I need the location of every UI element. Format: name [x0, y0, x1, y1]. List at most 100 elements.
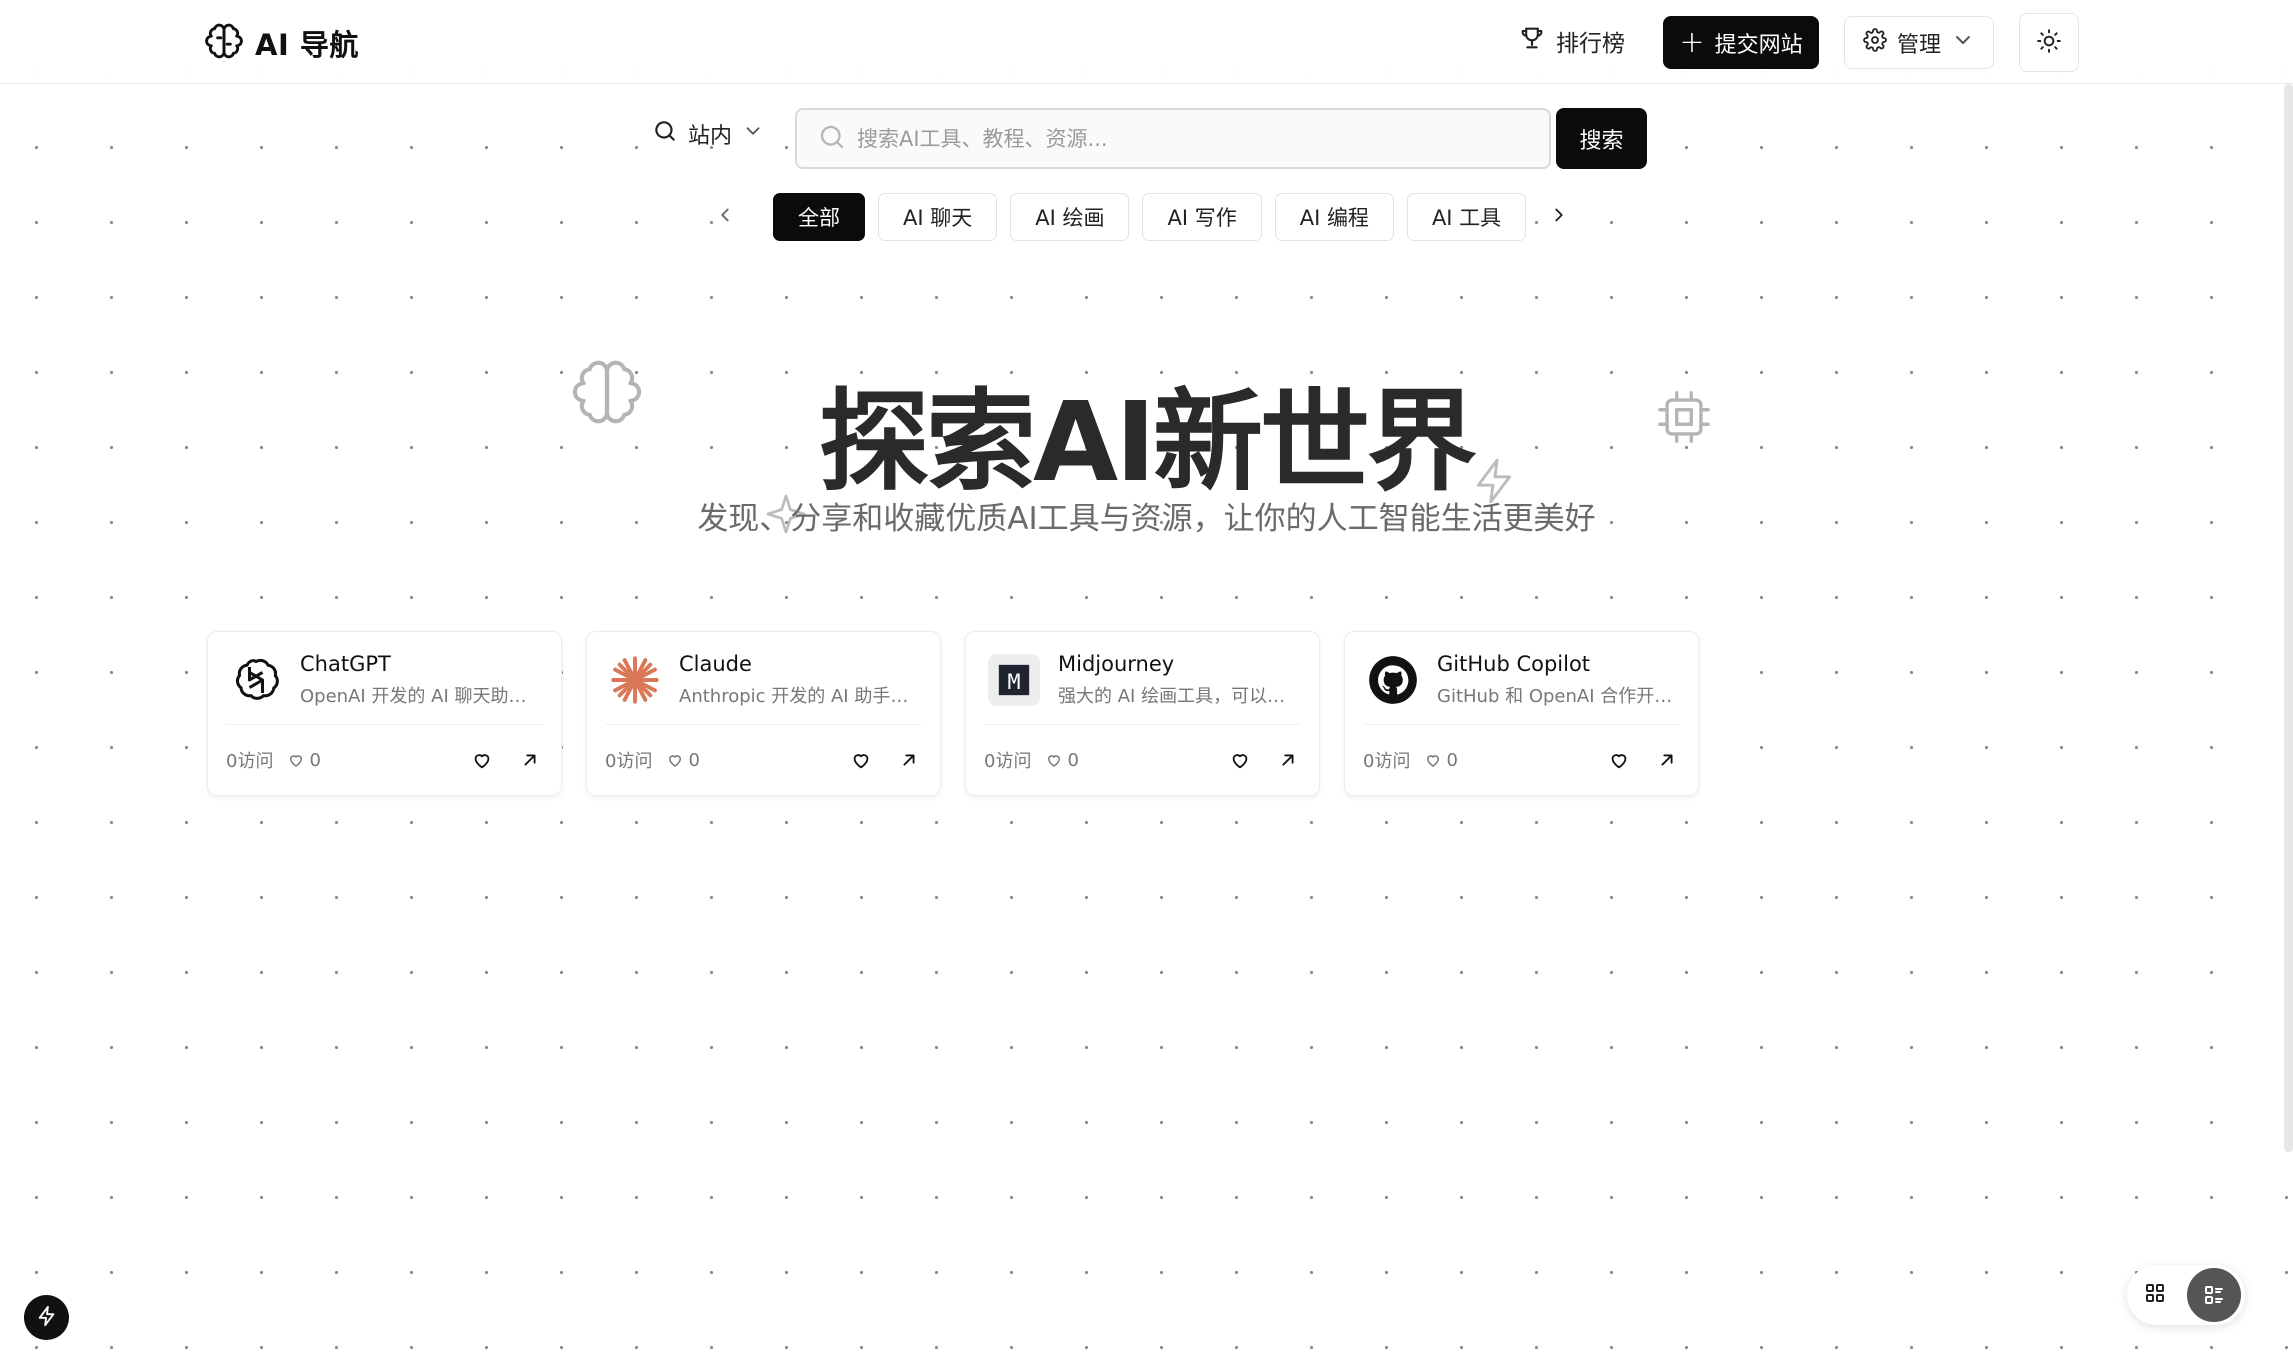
manage-dropdown[interactable]: 管理 [1844, 16, 1994, 69]
top-nav: AI 导航 排行榜 + 提交网站 管理 [0, 0, 2293, 84]
card-title[interactable]: Midjourney [1058, 652, 1301, 676]
category-tab[interactable]: AI 聊天 [878, 193, 998, 241]
theme-toggle-button[interactable] [2019, 13, 2079, 72]
open-link-button[interactable] [896, 747, 922, 773]
ranking-link[interactable]: 排行榜 [1518, 24, 1625, 58]
like-count: 0 [1446, 749, 1458, 771]
card-divider [226, 724, 543, 725]
search-icon [817, 122, 847, 156]
trophy-icon [1518, 24, 1546, 58]
like-stat: 0 [1045, 749, 1079, 771]
logo-text: AI 导航 [255, 28, 359, 62]
card-text: Claude Anthropic 开发的 AI 助手，... [679, 652, 922, 708]
like-count: 0 [688, 749, 700, 771]
tool-card[interactable]: ChatGPT OpenAI 开发的 AI 聊天助手... 0访问 0 [207, 631, 562, 796]
card-actions [1227, 747, 1301, 773]
visit-count: 0访问 [605, 751, 653, 772]
tool-card-list: ChatGPT OpenAI 开发的 AI 聊天助手... 0访问 0 Clau… [207, 631, 1699, 796]
tabs-scroll-right-button[interactable] [1542, 200, 1576, 234]
favorite-button[interactable] [848, 747, 874, 773]
card-title[interactable]: GitHub Copilot [1437, 652, 1680, 676]
list-view-button[interactable] [2187, 1268, 2241, 1322]
card-text: GitHub Copilot GitHub 和 OpenAI 合作开发... [1437, 652, 1680, 708]
card-footer: 0访问 0 [226, 744, 543, 776]
heart-icon [666, 751, 684, 769]
card-header: Claude Anthropic 开发的 AI 助手，... [605, 650, 922, 710]
card-description: 强大的 AI 绘画工具，可以通... [1058, 686, 1301, 707]
card-text: ChatGPT OpenAI 开发的 AI 聊天助手... [300, 652, 543, 708]
card-description: GitHub 和 OpenAI 合作开发... [1437, 686, 1680, 707]
category-tab[interactable]: AI 写作 [1142, 193, 1262, 241]
card-divider [984, 724, 1301, 725]
category-tab[interactable]: AI 绘画 [1010, 193, 1130, 241]
card-title[interactable]: ChatGPT [300, 652, 543, 676]
gear-icon [1863, 27, 1887, 58]
favorite-button[interactable] [1227, 747, 1253, 773]
open-link-button[interactable] [517, 747, 543, 773]
like-stat: 0 [1424, 749, 1458, 771]
search-scope-select[interactable]: 站内 [652, 118, 764, 150]
openai-icon [226, 650, 286, 710]
tool-card[interactable]: M Midjourney 强大的 AI 绘画工具，可以通... 0访问 0 [965, 631, 1320, 796]
search-scope-label: 站内 [688, 124, 733, 149]
search-button[interactable]: 搜索 [1556, 108, 1647, 169]
search-field[interactable] [795, 108, 1551, 169]
card-header: M Midjourney 强大的 AI 绘画工具，可以通... [984, 650, 1301, 710]
category-tab[interactable]: AI 工具 [1406, 193, 1527, 241]
tabs-scroll-left-button[interactable] [708, 200, 742, 234]
card-footer: 0访问 0 [1363, 744, 1680, 776]
card-divider [605, 724, 922, 725]
card-text: Midjourney 强大的 AI 绘画工具，可以通... [1058, 652, 1301, 708]
favorite-button[interactable] [1606, 747, 1632, 773]
like-count: 0 [309, 749, 321, 771]
visit-count: 0访问 [1363, 751, 1411, 772]
favorite-button[interactable] [469, 747, 495, 773]
card-description: OpenAI 开发的 AI 聊天助手... [300, 686, 543, 707]
search-icon [652, 118, 678, 150]
sun-icon [2036, 28, 2062, 58]
heart-icon [1045, 751, 1063, 769]
ranking-label: 排行榜 [1556, 31, 1625, 57]
github-icon [1363, 650, 1423, 710]
card-actions [469, 747, 543, 773]
open-link-button[interactable] [1654, 747, 1680, 773]
card-divider [1363, 724, 1680, 725]
visit-count: 0访问 [984, 751, 1032, 772]
submit-site-button[interactable]: + 提交网站 [1663, 16, 1819, 69]
midjourney-icon: M [984, 650, 1044, 710]
like-count: 0 [1067, 749, 1079, 771]
category-tab[interactable]: AI 编程 [1274, 193, 1394, 241]
chevron-down-icon [1951, 28, 1975, 58]
search-input[interactable] [857, 126, 1517, 151]
quick-action-button[interactable] [24, 1295, 69, 1340]
category-tab[interactable]: 全部 [773, 193, 865, 241]
svg-text:M: M [1007, 670, 1020, 695]
submit-label: 提交网站 [1714, 32, 1803, 58]
open-link-button[interactable] [1275, 747, 1301, 773]
tool-card[interactable]: GitHub Copilot GitHub 和 OpenAI 合作开发... 0… [1344, 631, 1699, 796]
heart-icon [287, 751, 305, 769]
manage-label: 管理 [1896, 32, 1941, 58]
hero-title: 探索AI新世界 [818, 378, 1477, 506]
card-description: Anthropic 开发的 AI 助手，... [679, 686, 922, 707]
like-stat: 0 [666, 749, 700, 771]
page-scrollbar[interactable] [2284, 84, 2293, 1152]
lightning-icon [36, 1305, 58, 1331]
chevron-right-icon [1548, 204, 1570, 230]
heart-icon [1424, 751, 1442, 769]
grid-view-button[interactable] [2143, 1281, 2167, 1309]
hero-subtitle: 发现、分享和收藏优质AI工具与资源，让你的人工智能生活更美好 [697, 501, 1596, 537]
plus-icon: + [1679, 24, 1705, 60]
view-mode-toggle [2127, 1265, 2245, 1325]
page: AI 导航 排行榜 + 提交网站 管理 站内 搜索AI工具、教程、资源... 搜… [0, 0, 2293, 1363]
site-logo[interactable]: AI 导航 [205, 22, 359, 64]
card-title[interactable]: Claude [679, 652, 922, 676]
claude-icon [605, 650, 665, 710]
card-footer: 0访问 0 [984, 744, 1301, 776]
like-stat: 0 [287, 749, 321, 771]
card-header: GitHub Copilot GitHub 和 OpenAI 合作开发... [1363, 650, 1680, 710]
tool-card[interactable]: Claude Anthropic 开发的 AI 助手，... 0访问 0 [586, 631, 941, 796]
visit-count: 0访问 [226, 751, 274, 772]
card-footer: 0访问 0 [605, 744, 922, 776]
chevron-left-icon [714, 204, 736, 230]
